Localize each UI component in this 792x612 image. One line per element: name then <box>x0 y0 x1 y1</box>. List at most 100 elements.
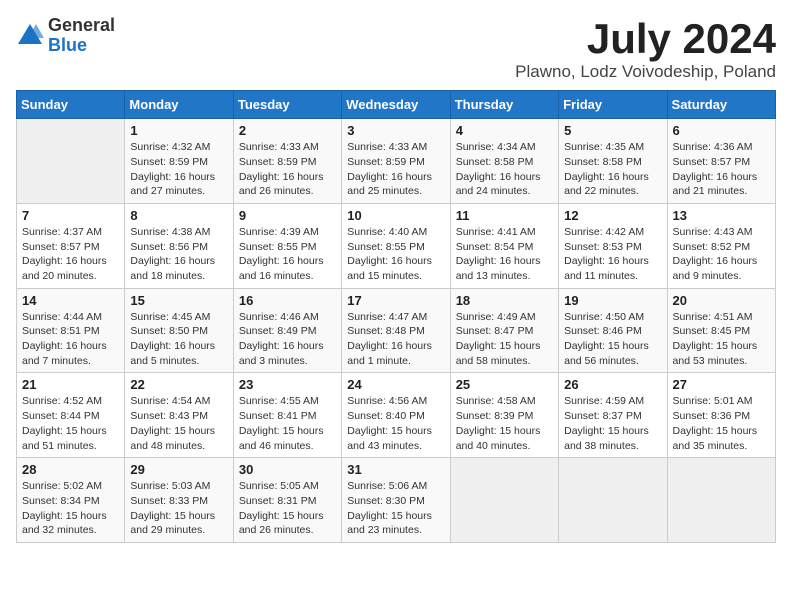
day-cell <box>667 458 775 543</box>
day-cell: 8 Sunrise: 4:38 AMSunset: 8:56 PMDaylight… <box>125 203 233 288</box>
day-cell: 14 Sunrise: 4:44 AMSunset: 8:51 PMDayligh… <box>17 288 125 373</box>
day-number: 11 <box>456 208 553 223</box>
title-area: July 2024 Plawno, Lodz Voivodeship, Pola… <box>515 16 776 82</box>
day-cell: 10 Sunrise: 4:40 AMSunset: 8:55 PMDayligh… <box>342 203 450 288</box>
day-number: 12 <box>564 208 661 223</box>
day-cell: 3 Sunrise: 4:33 AMSunset: 8:59 PMDaylight… <box>342 119 450 204</box>
day-cell: 17 Sunrise: 4:47 AMSunset: 8:48 PMDayligh… <box>342 288 450 373</box>
week-row-2: 7Sunrise: 4:37 AMSunset: 8:57 PMDaylight… <box>17 203 776 288</box>
day-number: 8 <box>130 208 227 223</box>
header-cell-thursday: Thursday <box>450 91 558 119</box>
day-info: Sunrise: 4:34 AMSunset: 8:58 PMDaylight:… <box>456 140 553 199</box>
day-cell: 6Sunrise: 4:36 AMSunset: 8:57 PMDaylight… <box>667 119 775 204</box>
day-number: 10 <box>347 208 444 223</box>
logo-icon <box>16 22 44 50</box>
day-info: Sunrise: 5:01 AMSunset: 8:36 PMDaylight:… <box>673 394 770 453</box>
day-cell: 31 Sunrise: 5:06 AMSunset: 8:30 PMDayligh… <box>342 458 450 543</box>
header-row: SundayMondayTuesdayWednesdayThursdayFrid… <box>17 91 776 119</box>
header-cell-monday: Monday <box>125 91 233 119</box>
day-cell: 21 Sunrise: 4:52 AMSunset: 8:44 PMDayligh… <box>17 373 125 458</box>
day-info: Sunrise: 4:46 AMSunset: 8:49 PMDaylight:… <box>239 310 336 369</box>
day-cell: 16 Sunrise: 4:46 AMSunset: 8:49 PMDayligh… <box>233 288 341 373</box>
day-info: Sunrise: 4:33 AMSunset: 8:59 PMDaylight:… <box>239 140 336 199</box>
day-info: Sunrise: 4:41 AMSunset: 8:54 PMDaylight:… <box>456 225 553 284</box>
day-info: Sunrise: 4:47 AMSunset: 8:48 PMDaylight:… <box>347 310 444 369</box>
day-cell: 1Sunrise: 4:32 AMSunset: 8:59 PMDaylight… <box>125 119 233 204</box>
logo-blue-text: Blue <box>48 36 115 56</box>
day-info: Sunrise: 4:51 AMSunset: 8:45 PMDaylight:… <box>673 310 770 369</box>
day-info: Sunrise: 4:59 AMSunset: 8:37 PMDaylight:… <box>564 394 661 453</box>
day-number: 17 <box>347 293 444 308</box>
week-row-3: 14 Sunrise: 4:44 AMSunset: 8:51 PMDayligh… <box>17 288 776 373</box>
day-cell: 28 Sunrise: 5:02 AMSunset: 8:34 PMDayligh… <box>17 458 125 543</box>
day-cell: 15Sunrise: 4:45 AMSunset: 8:50 PMDayligh… <box>125 288 233 373</box>
calendar-header: SundayMondayTuesdayWednesdayThursdayFrid… <box>17 91 776 119</box>
day-number: 23 <box>239 377 336 392</box>
day-cell <box>17 119 125 204</box>
day-info: Sunrise: 5:06 AMSunset: 8:30 PMDaylight:… <box>347 479 444 538</box>
day-info: Sunrise: 4:58 AMSunset: 8:39 PMDaylight:… <box>456 394 553 453</box>
header-cell-saturday: Saturday <box>667 91 775 119</box>
day-cell: 29Sunrise: 5:03 AMSunset: 8:33 PMDayligh… <box>125 458 233 543</box>
day-number: 3 <box>347 123 444 138</box>
day-number: 14 <box>22 293 119 308</box>
day-cell: 2 Sunrise: 4:33 AMSunset: 8:59 PMDaylight… <box>233 119 341 204</box>
day-number: 4 <box>456 123 553 138</box>
day-cell: 7Sunrise: 4:37 AMSunset: 8:57 PMDaylight… <box>17 203 125 288</box>
day-cell: 12Sunrise: 4:42 AMSunset: 8:53 PMDayligh… <box>559 203 667 288</box>
day-cell: 22 Sunrise: 4:54 AMSunset: 8:43 PMDayligh… <box>125 373 233 458</box>
day-info: Sunrise: 4:36 AMSunset: 8:57 PMDaylight:… <box>673 140 770 199</box>
day-cell: 26 Sunrise: 4:59 AMSunset: 8:37 PMDayligh… <box>559 373 667 458</box>
day-cell: 19Sunrise: 4:50 AMSunset: 8:46 PMDayligh… <box>559 288 667 373</box>
day-number: 29 <box>130 462 227 477</box>
day-cell: 13Sunrise: 4:43 AMSunset: 8:52 PMDayligh… <box>667 203 775 288</box>
day-info: Sunrise: 4:49 AMSunset: 8:47 PMDaylight:… <box>456 310 553 369</box>
day-number: 28 <box>22 462 119 477</box>
logo: General Blue <box>16 16 115 56</box>
day-number: 21 <box>22 377 119 392</box>
day-cell: 25Sunrise: 4:58 AMSunset: 8:39 PMDayligh… <box>450 373 558 458</box>
day-info: Sunrise: 5:02 AMSunset: 8:34 PMDaylight:… <box>22 479 119 538</box>
day-info: Sunrise: 4:52 AMSunset: 8:44 PMDaylight:… <box>22 394 119 453</box>
month-title: July 2024 <box>515 16 776 62</box>
day-info: Sunrise: 4:39 AMSunset: 8:55 PMDaylight:… <box>239 225 336 284</box>
logo-general-text: General <box>48 16 115 36</box>
day-number: 18 <box>456 293 553 308</box>
day-number: 9 <box>239 208 336 223</box>
day-number: 31 <box>347 462 444 477</box>
day-number: 26 <box>564 377 661 392</box>
day-cell: 5 Sunrise: 4:35 AMSunset: 8:58 PMDaylight… <box>559 119 667 204</box>
day-number: 22 <box>130 377 227 392</box>
week-row-5: 28 Sunrise: 5:02 AMSunset: 8:34 PMDayligh… <box>17 458 776 543</box>
day-number: 16 <box>239 293 336 308</box>
day-cell: 9 Sunrise: 4:39 AMSunset: 8:55 PMDaylight… <box>233 203 341 288</box>
day-info: Sunrise: 4:56 AMSunset: 8:40 PMDaylight:… <box>347 394 444 453</box>
day-cell <box>450 458 558 543</box>
day-number: 13 <box>673 208 770 223</box>
calendar-body: 1Sunrise: 4:32 AMSunset: 8:59 PMDaylight… <box>17 119 776 543</box>
day-cell: 11 Sunrise: 4:41 AMSunset: 8:54 PMDayligh… <box>450 203 558 288</box>
day-info: Sunrise: 4:38 AMSunset: 8:56 PMDaylight:… <box>130 225 227 284</box>
header-cell-tuesday: Tuesday <box>233 91 341 119</box>
day-info: Sunrise: 4:44 AMSunset: 8:51 PMDaylight:… <box>22 310 119 369</box>
day-number: 1 <box>130 123 227 138</box>
header-cell-wednesday: Wednesday <box>342 91 450 119</box>
day-info: Sunrise: 4:45 AMSunset: 8:50 PMDaylight:… <box>130 310 227 369</box>
header: General Blue July 2024 Plawno, Lodz Voiv… <box>16 16 776 82</box>
day-info: Sunrise: 4:54 AMSunset: 8:43 PMDaylight:… <box>130 394 227 453</box>
day-cell <box>559 458 667 543</box>
day-info: Sunrise: 4:35 AMSunset: 8:58 PMDaylight:… <box>564 140 661 199</box>
day-info: Sunrise: 4:33 AMSunset: 8:59 PMDaylight:… <box>347 140 444 199</box>
day-info: Sunrise: 4:50 AMSunset: 8:46 PMDaylight:… <box>564 310 661 369</box>
day-cell: 27Sunrise: 5:01 AMSunset: 8:36 PMDayligh… <box>667 373 775 458</box>
day-number: 20 <box>673 293 770 308</box>
logo-text: General Blue <box>48 16 115 56</box>
day-number: 5 <box>564 123 661 138</box>
day-number: 24 <box>347 377 444 392</box>
day-number: 2 <box>239 123 336 138</box>
header-cell-sunday: Sunday <box>17 91 125 119</box>
day-cell: 30Sunrise: 5:05 AMSunset: 8:31 PMDayligh… <box>233 458 341 543</box>
day-info: Sunrise: 4:55 AMSunset: 8:41 PMDaylight:… <box>239 394 336 453</box>
day-number: 7 <box>22 208 119 223</box>
day-info: Sunrise: 4:40 AMSunset: 8:55 PMDaylight:… <box>347 225 444 284</box>
